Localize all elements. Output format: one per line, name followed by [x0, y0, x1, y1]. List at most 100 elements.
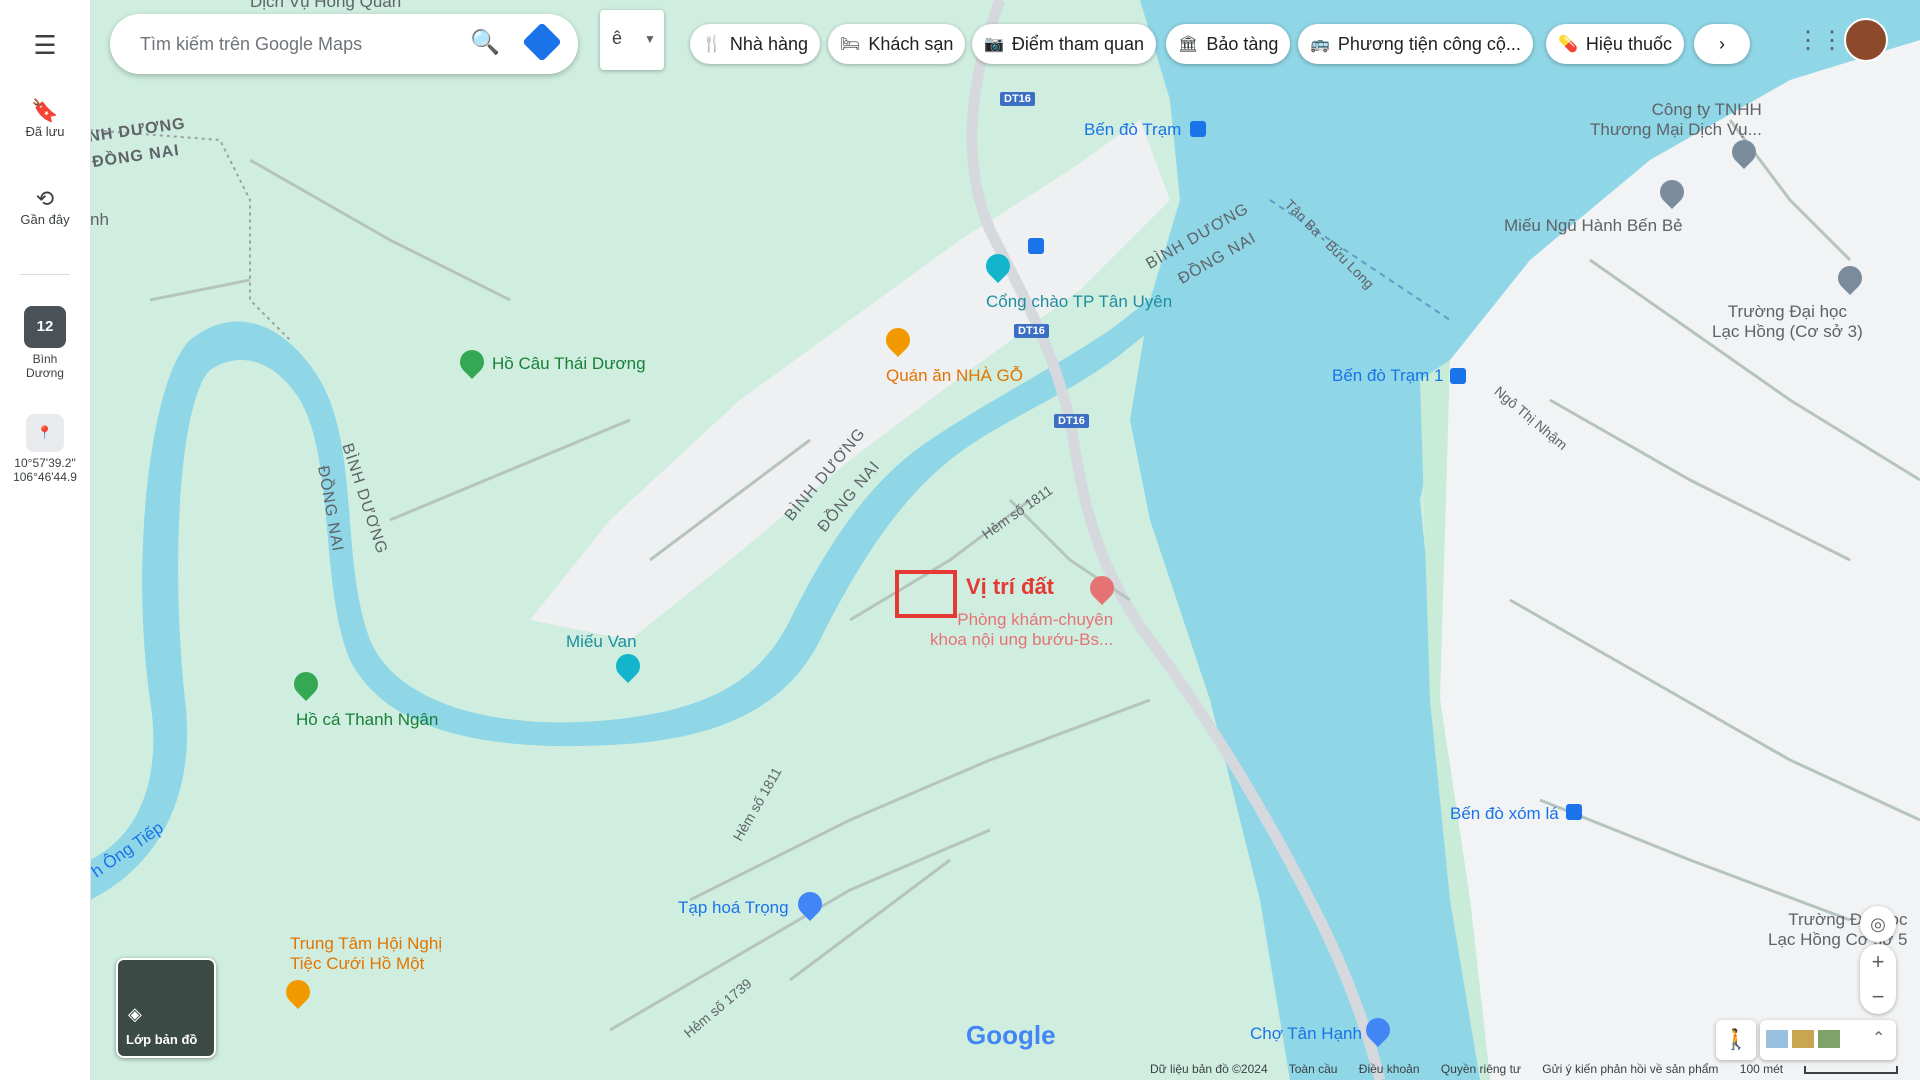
scale-bar [1804, 1065, 1899, 1074]
input-tool-toggle[interactable]: ê ▼ [600, 10, 664, 70]
chip-label: Điểm tham quan [1011, 33, 1144, 54]
coords-line2: 106°46'44.9 [13, 470, 77, 484]
my-location-button[interactable]: ◎ [1860, 906, 1896, 942]
chip-label: Phương tiện công cộ... [1337, 33, 1521, 54]
map-data-credit: Dữ liệu bản đồ ©2024 [1150, 1062, 1268, 1076]
chip-attractions[interactable]: 📷 Điểm tham quan [972, 24, 1156, 64]
chip-label: Nhà hàng [729, 33, 808, 54]
directions-icon[interactable] [522, 22, 562, 62]
place-cong-ty[interactable]: Công ty TNHH Thương Mại Dịch Vụ... [1590, 100, 1762, 140]
place-ben-do-xom-la[interactable]: Bến đò xóm lá [1450, 804, 1559, 824]
place-truong-dh[interactable]: Trường Đại học Lạc Hồng (Cơ sở 3) [1712, 302, 1863, 342]
bookmark-icon: 🔖 [31, 98, 59, 123]
pin-thumbnail-icon: 📍 [26, 414, 64, 452]
place-cong-chao[interactable]: Cổng chào TP Tân Uyên [986, 292, 1172, 312]
place-mieu-van[interactable]: Miếu Van [566, 632, 637, 652]
recent-place-binh-duong[interactable]: 12 Bình Dương [0, 306, 90, 380]
imagery-thumb[interactable] [1766, 1030, 1788, 1048]
place-ben-do-tram-1[interactable]: Bến đò Trạm 1 [1332, 366, 1444, 386]
label-line: Công ty TNHH [1651, 100, 1762, 119]
layers-button[interactable]: ◈ Lớp bản đồ [116, 958, 216, 1058]
bus-stop-icon[interactable] [1566, 804, 1582, 820]
scale-label[interactable]: 100 mét [1740, 1062, 1783, 1076]
privacy-link[interactable]: Quyền riêng tư [1441, 1062, 1521, 1076]
place-tap-hoa[interactable]: Tạp hoá Trọng [678, 898, 789, 918]
label-line: Thương Mại Dịch Vụ... [1590, 120, 1762, 139]
attribution-bar: Dữ liệu bản đồ ©2024 Toàn cầu Điều khoản… [1150, 1062, 1916, 1076]
place-ho-ca[interactable]: Hồ cá Thanh Ngân [296, 710, 438, 730]
sidebar-divider [20, 274, 70, 275]
bus-stop-icon[interactable] [1190, 121, 1206, 137]
crosshair-icon: ◎ [1870, 914, 1886, 934]
street-view-pegman[interactable]: 🚶 [1716, 1020, 1756, 1060]
pharmacy-icon: 💊 [1558, 36, 1578, 53]
saved-label: Đã lưu [25, 124, 65, 139]
place-quan-an[interactable]: Quán ăn NHÀ GỖ [886, 366, 1023, 386]
label-line: Trung Tâm Hội Nghị [290, 934, 443, 953]
route-shield: DT16 [1000, 92, 1035, 106]
chip-label: Hiệu thuốc [1585, 33, 1672, 54]
google-logo: Google [966, 1020, 1056, 1050]
recent-button[interactable]: ⟲ Gần đây [0, 186, 90, 227]
chip-museums[interactable]: 🏛 Bảo tàng [1166, 24, 1291, 64]
place-ho-cau[interactable]: Hồ Câu Thái Dương [492, 354, 646, 374]
saved-button[interactable]: 🔖 Đã lưu [0, 98, 90, 139]
chip-transit[interactable]: 🚌 Phương tiện công cộ... [1298, 24, 1533, 64]
bed-icon: 🛏 [840, 36, 861, 53]
menu-icon[interactable]: ☰ [0, 30, 90, 61]
route-shield: DT16 [1014, 324, 1049, 338]
recent-label: Gần đây [20, 212, 70, 227]
label-line: Tiệc Cưới Hồ Một [290, 954, 425, 973]
place-phong-kham[interactable]: Phòng khám-chuyên khoa nội ung bướu-Bs..… [930, 610, 1113, 650]
label-line: Phòng khám-chuyên [957, 610, 1114, 629]
place-trung-tam[interactable]: Trung Tâm Hội Nghị Tiệc Cưới Hồ Một [290, 934, 442, 974]
terms-link[interactable]: Điều khoản [1359, 1062, 1420, 1076]
search-icon[interactable]: 🔍 [470, 28, 500, 57]
fork-knife-icon: 🍴 [702, 36, 722, 53]
search-box[interactable]: Tìm kiếm trên Google Maps 🔍 [110, 14, 578, 74]
chevron-down-icon: ▼ [644, 32, 656, 46]
place-cho-tan-hanh[interactable]: Chợ Tân Hạnh [1250, 1024, 1362, 1044]
pegman-icon: 🚶 [1723, 1029, 1749, 1051]
label-nh: nh [90, 210, 109, 229]
map-canvas[interactable] [90, 0, 1920, 1080]
place-thumbnail: 12 [24, 306, 66, 348]
recent-coordinates[interactable]: 📍 10°57'39.2" 106°46'44.9 [0, 414, 90, 484]
search-input[interactable]: Tìm kiếm trên Google Maps [140, 34, 362, 55]
museum-icon: 🏛 [1178, 36, 1199, 53]
place-label-line1: Bình [32, 352, 58, 366]
coords-line1: 10°57'39.2" [14, 456, 76, 470]
input-tool-label: ê [612, 28, 623, 48]
label-line: khoa nội ung bướu-Bs... [930, 630, 1114, 649]
chips-next-button[interactable]: › [1694, 24, 1750, 64]
sidebar: ☰ 🔖 Đã lưu ⟲ Gần đây 12 Bình Dương 📍 10°… [0, 0, 91, 1080]
route-shield: DT16 [1054, 414, 1089, 428]
zoom-in-button[interactable]: + [1860, 944, 1896, 979]
label-top-cut: Dịch Vụ Hồng Quân [250, 0, 402, 11]
bus-icon: 🚌 [1310, 36, 1330, 53]
layers-icon: ◈ [128, 1004, 142, 1024]
bus-stop-icon[interactable] [1028, 238, 1044, 254]
zoom-out-button[interactable]: − [1860, 979, 1896, 1014]
label-line: Trường Đại học [1727, 302, 1847, 321]
expand-up-icon[interactable]: ⌃ [1872, 1028, 1885, 1048]
chevron-right-icon: › [1719, 33, 1725, 54]
imagery-strip[interactable]: ⌃ [1760, 1020, 1896, 1060]
label-line: Lạc Hồng (Cơ sở 3) [1712, 322, 1863, 341]
camera-icon: 📷 [984, 36, 1004, 53]
layers-label: Lớp bản đồ [126, 1032, 198, 1047]
feedback-link[interactable]: Gửi ý kiến phản hồi về sản phẩm [1542, 1062, 1718, 1076]
place-mieu-ngu-hanh[interactable]: Miếu Ngũ Hành Bến Bẻ [1504, 216, 1683, 236]
global-link[interactable]: Toàn cầu [1289, 1062, 1338, 1076]
chip-pharmacies[interactable]: 💊 Hiệu thuốc [1546, 24, 1684, 64]
imagery-thumb[interactable] [1792, 1030, 1814, 1048]
bus-stop-icon[interactable] [1450, 368, 1466, 384]
place-label-line2: Dương [26, 366, 64, 380]
avatar[interactable] [1844, 18, 1888, 62]
chip-restaurants[interactable]: 🍴 Nhà hàng [690, 24, 820, 64]
imagery-thumb[interactable] [1818, 1030, 1840, 1048]
place-ben-do-tram[interactable]: Bến đò Trạm [1084, 120, 1181, 140]
chip-label: Khách sạn [868, 33, 954, 54]
chip-label: Bảo tàng [1206, 33, 1279, 54]
chip-hotels[interactable]: 🛏 Khách sạn [828, 24, 966, 64]
